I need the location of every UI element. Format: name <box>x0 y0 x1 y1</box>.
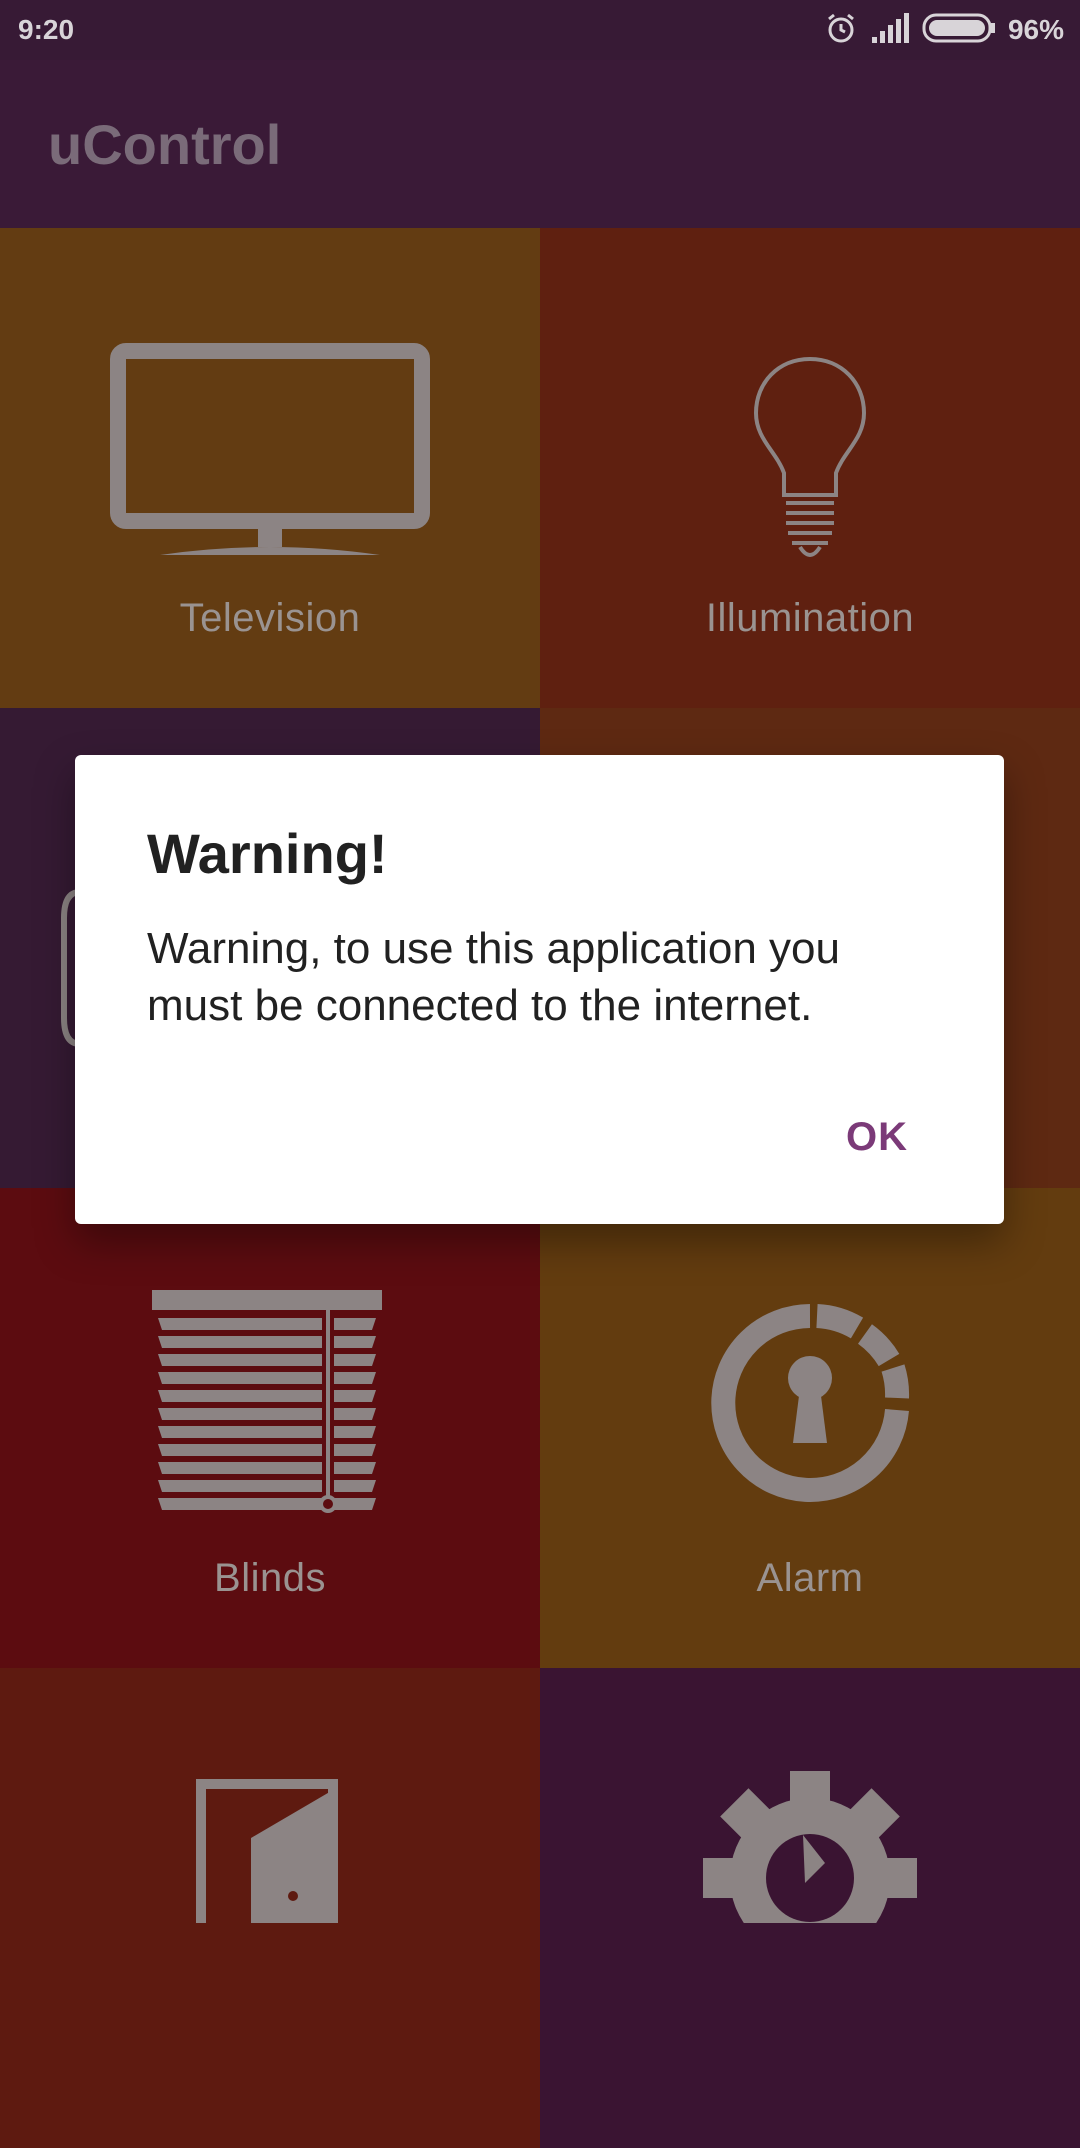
app-bar: uControl <box>0 60 1080 228</box>
tile-illumination[interactable]: Illumination <box>540 228 1080 708</box>
tile-settings[interactable] <box>540 1668 1080 2148</box>
door-icon <box>196 1779 338 1923</box>
status-time: 9:20 <box>18 14 75 45</box>
settings-gear-icon <box>703 1771 917 1923</box>
status-bar: 9:20 96% <box>0 0 1080 60</box>
ok-button[interactable]: OK <box>846 1115 908 1160</box>
tile-label: Blinds <box>214 1556 326 1600</box>
alarm-icon <box>824 11 858 50</box>
battery-icon <box>922 13 996 48</box>
tile-label: Television <box>179 596 361 640</box>
tile-door[interactable] <box>0 1668 540 2148</box>
alarm-lock-icon <box>711 1304 910 1502</box>
app-title: uControl <box>48 113 282 176</box>
tile-blinds[interactable]: Blinds <box>0 1188 540 1668</box>
blinds-icon <box>152 1290 382 1513</box>
lightbulb-icon <box>753 356 867 557</box>
tile-television[interactable]: Television <box>0 228 540 708</box>
dialog-message: Warning, to use this application you mus… <box>147 924 840 1030</box>
warning-dialog: Warning! Warning, to use this applicatio… <box>75 755 1004 1224</box>
tile-alarm[interactable]: Alarm <box>540 1188 1080 1668</box>
signal-icon <box>870 12 910 48</box>
battery-percentage: 96% <box>1007 14 1064 45</box>
television-icon <box>110 343 430 555</box>
status-icons: 96% <box>824 10 1064 50</box>
tile-label: Alarm <box>756 1556 864 1600</box>
dialog-title: Warning! <box>147 822 388 885</box>
tile-label: Illumination <box>705 596 915 640</box>
